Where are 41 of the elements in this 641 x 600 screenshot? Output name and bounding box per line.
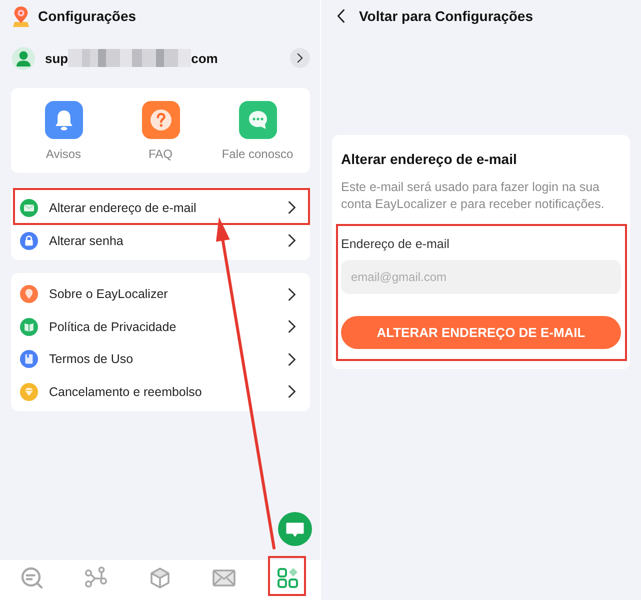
chat-bubble-icon: [238, 101, 276, 139]
email-text: com: [191, 50, 218, 66]
map-pin-icon: [13, 6, 29, 26]
cube-icon: [148, 566, 172, 590]
menu-item[interactable]: Política de Privacidade: [11, 310, 310, 343]
document-icon: [20, 350, 38, 368]
shortcut-button[interactable]: Fale conosco: [222, 101, 294, 161]
email-text: sup: [45, 50, 68, 66]
email-input[interactable]: email@gmail.com: [341, 260, 621, 294]
chat-bubble-icon: [286, 522, 304, 536]
shortcut-button[interactable]: FAQ: [142, 101, 180, 161]
menu-item[interactable]: Sobre o EayLocalizer: [11, 278, 310, 310]
shortcut-button[interactable]: Avisos: [44, 101, 82, 161]
card-title: Alterar endereço de e-mail: [341, 150, 518, 168]
avatar-icon: [12, 46, 35, 70]
envelope-icon: [20, 198, 38, 216]
chevron-right-icon: [288, 201, 296, 214]
bell-icon: [44, 101, 82, 139]
chevron-right-icon: [288, 385, 296, 398]
chevron-left-icon: [337, 9, 345, 23]
lock-icon: [20, 232, 38, 250]
chevron-right-icon: [288, 234, 296, 247]
menu-item[interactable]: Alterar endereço de e-mail: [11, 191, 310, 224]
chevron-right-icon: [297, 53, 303, 63]
connected-nodes-icon: [84, 566, 108, 590]
chevron-right-icon: [288, 288, 296, 301]
book-icon: [20, 318, 38, 336]
menu-item[interactable]: Cancelamento e reembolso: [11, 376, 310, 408]
field-label: Endereço de e-mail: [341, 236, 450, 252]
chat-button[interactable]: [278, 512, 312, 546]
chevron-right-icon: [288, 352, 296, 366]
map-pin-icon: [20, 285, 38, 304]
back-button[interactable]: Voltar para Configurações: [337, 8, 534, 24]
question-mark-icon: [142, 101, 180, 139]
description-text: Este e-mail será usado para fazer login na sua conta EayLocalizer e para receber notificações.: [341, 178, 606, 212]
apps-grid-icon: [276, 566, 300, 590]
chevron-right-icon: [288, 320, 296, 334]
menu-item[interactable]: Termos de Uso: [11, 343, 310, 376]
account-details-button[interactable]: [290, 48, 310, 68]
screen-title: Configurações: [38, 8, 136, 24]
search-icon: [20, 566, 44, 590]
